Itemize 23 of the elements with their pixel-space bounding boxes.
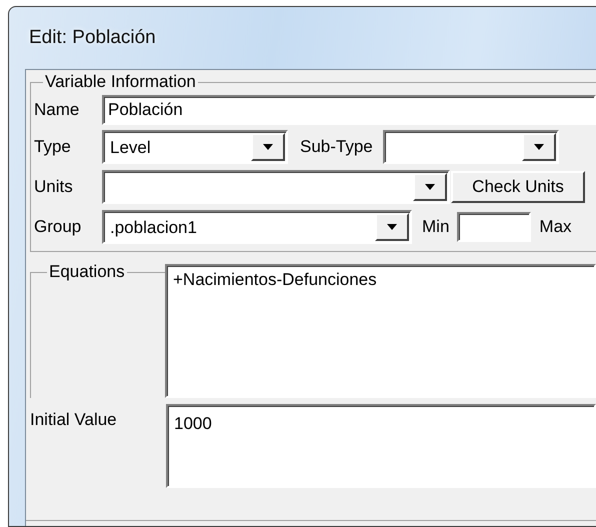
caret-icon [387,224,397,230]
caret-icon [425,184,435,190]
initial-value-field[interactable]: 1000 [166,404,596,488]
group-label: Equations [47,262,127,282]
dropdown[interactable] [382,130,559,164]
field-label: Type [34,137,72,157]
dropdown[interactable]: .poblacion1 [102,210,412,244]
field-label: Sub-Type [300,137,373,157]
window-title: Edit: Población [29,27,156,49]
check-units-button[interactable]: Check Units [451,171,585,203]
field-label: Units [34,177,74,197]
field-label: Initial Value [30,409,118,431]
dropdown[interactable] [102,170,450,204]
caret-icon [534,144,544,150]
name-field[interactable]: Población [102,95,596,125]
equation-field[interactable]: +Nacimientos-Defunciones [165,264,596,398]
caret-icon [263,144,273,150]
dropdown[interactable]: Level [102,130,288,164]
field-label: Group [34,217,82,237]
field-label: Min [422,217,450,237]
field-label: Name [34,100,80,120]
min-field[interactable] [457,212,532,242]
field-label: Max [539,217,572,237]
